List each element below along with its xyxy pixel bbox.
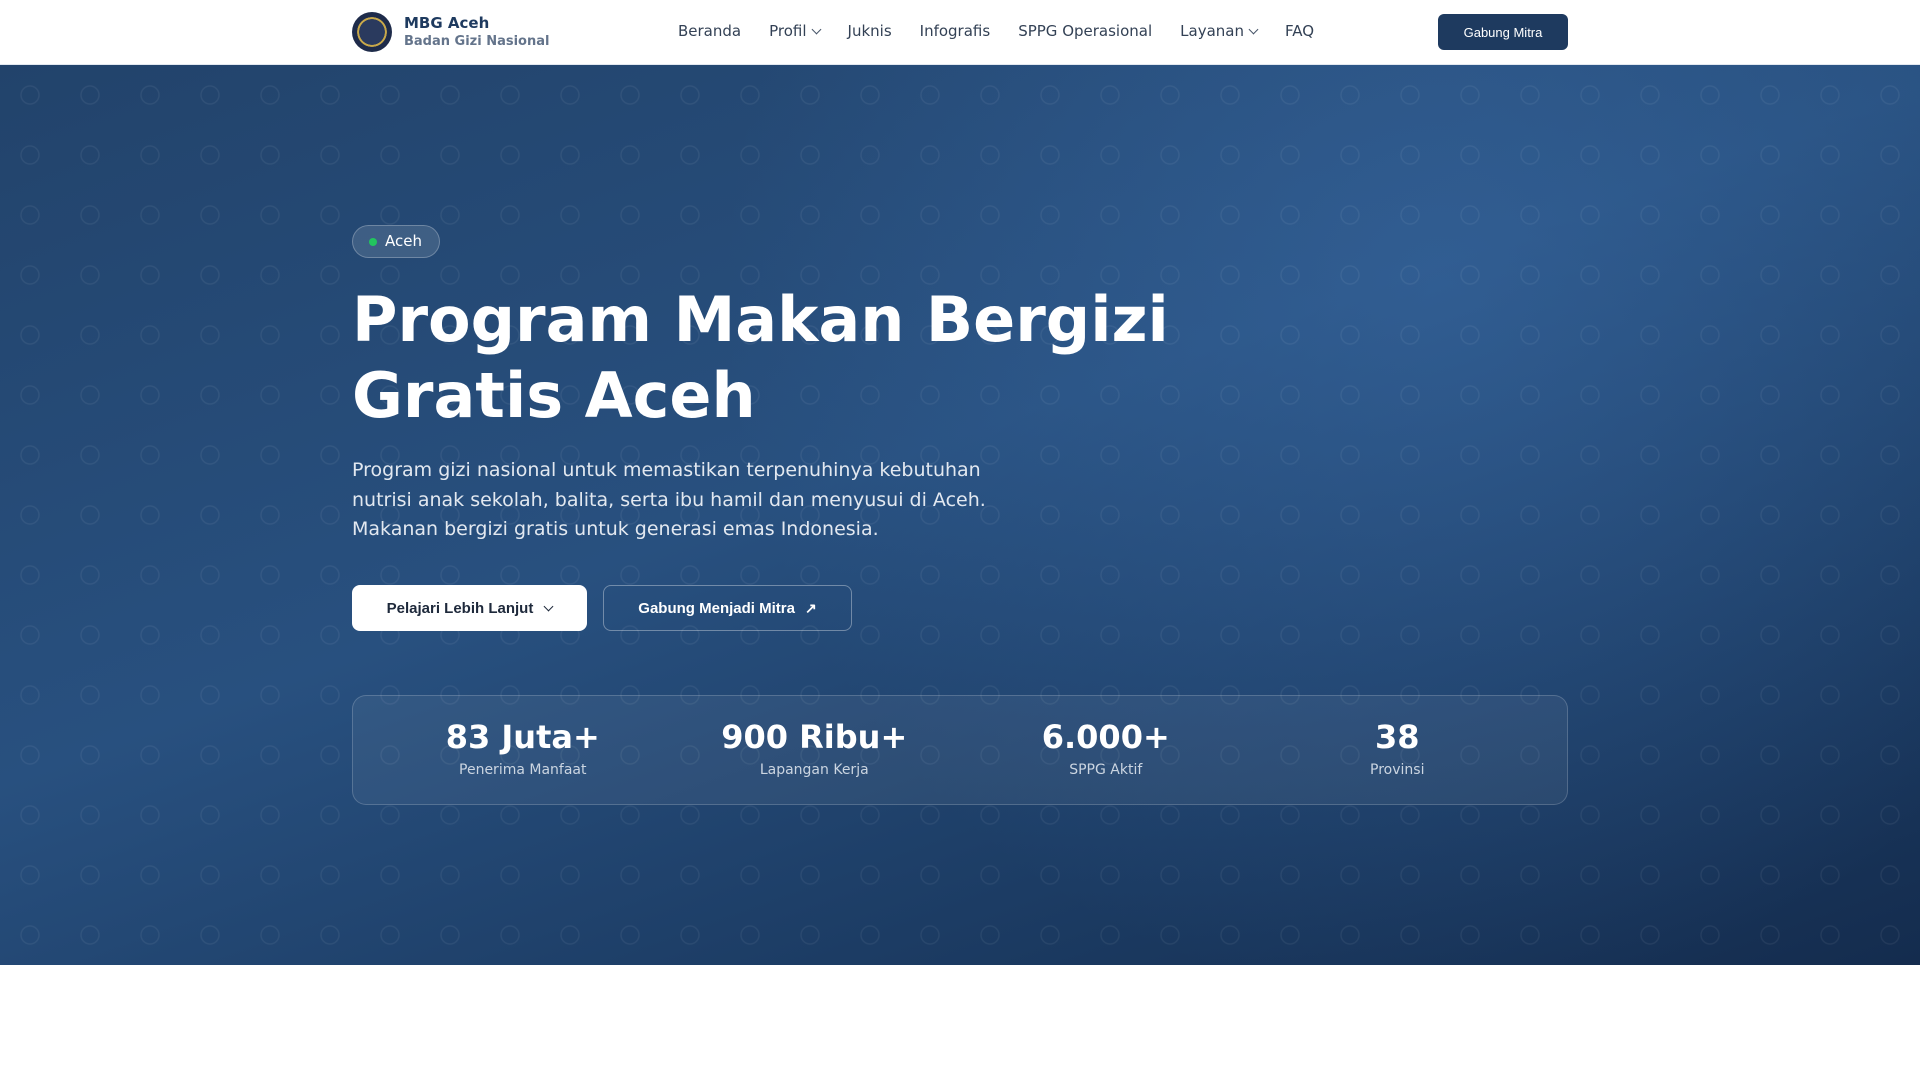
learn-more-label: Pelajari Lebih Lanjut bbox=[386, 599, 534, 617]
hero-title: Program Makan Bergizi Gratis Aceh bbox=[352, 283, 1169, 432]
nav-layanan[interactable]: Layanan bbox=[1180, 22, 1259, 40]
site-header: MBG Aceh Badan Gizi Nasional Beranda Pro… bbox=[0, 0, 1920, 65]
chevron-down-icon bbox=[811, 24, 821, 34]
nav-faq[interactable]: FAQ bbox=[1285, 22, 1314, 40]
stat-item: 900 Ribu+ Lapangan Kerja bbox=[669, 696, 961, 804]
nav-sppg-operasional[interactable]: SPPG Operasional bbox=[1018, 22, 1152, 40]
stat-label: Provinsi bbox=[1370, 762, 1425, 778]
stat-item: 38 Provinsi bbox=[1252, 696, 1544, 804]
stat-label: SPPG Aktif bbox=[1069, 762, 1143, 778]
stat-value: 6.000+ bbox=[1041, 718, 1170, 756]
nav-layanan-label: Layanan bbox=[1180, 22, 1244, 40]
join-partner-button[interactable]: Gabung Menjadi Mitra ↗ bbox=[603, 585, 852, 631]
chevron-down-icon bbox=[543, 601, 554, 611]
status-dot-icon bbox=[369, 238, 377, 246]
gabung-mitra-button[interactable]: Gabung Mitra bbox=[1438, 14, 1568, 50]
stat-value: 83 Juta+ bbox=[445, 718, 600, 756]
chevron-down-icon bbox=[1248, 24, 1259, 34]
stat-label: Lapangan Kerja bbox=[759, 762, 869, 778]
brand-title: MBG Aceh bbox=[404, 14, 490, 32]
nav-profil-label: Profil bbox=[769, 22, 807, 40]
region-badge-label: Aceh bbox=[385, 232, 422, 250]
region-badge: Aceh bbox=[352, 225, 440, 258]
hero-description: Program gizi nasional untuk memastikan t… bbox=[352, 459, 986, 540]
join-partner-label: Gabung Menjadi Mitra bbox=[638, 599, 795, 617]
stat-label: Penerima Manfaat bbox=[459, 762, 587, 778]
nav-infografis[interactable]: Infografis bbox=[920, 22, 991, 40]
stats-panel: 83 Juta+ Penerima Manfaat 900 Ribu+ Lapang… bbox=[352, 695, 1568, 805]
stat-item: 83 Juta+ Penerima Manfaat bbox=[377, 696, 669, 804]
hero-section: Aceh Program Makan Bergizi Gratis Aceh P… bbox=[0, 65, 1920, 965]
nav-juknis[interactable]: Juknis bbox=[848, 22, 892, 40]
brand[interactable]: MBG Aceh Badan Gizi Nasional bbox=[404, 14, 549, 49]
main-nav: Beranda Profil Juknis Infografis SPPG Op… bbox=[678, 22, 1342, 40]
external-link-icon: ↗ bbox=[804, 599, 817, 616]
bgn-logo[interactable] bbox=[352, 12, 392, 52]
nav-beranda[interactable]: Beranda bbox=[678, 22, 741, 40]
stat-value: 900 Ribu+ bbox=[721, 718, 908, 756]
learn-more-button[interactable]: Pelajari Lebih Lanjut bbox=[352, 585, 587, 631]
stat-value: 38 bbox=[1374, 718, 1420, 756]
stat-item: 6.000+ SPPG Aktif bbox=[960, 696, 1252, 804]
nav-profil[interactable]: Profil bbox=[769, 22, 821, 40]
brand-subtitle: Badan Gizi Nasional bbox=[404, 34, 550, 49]
